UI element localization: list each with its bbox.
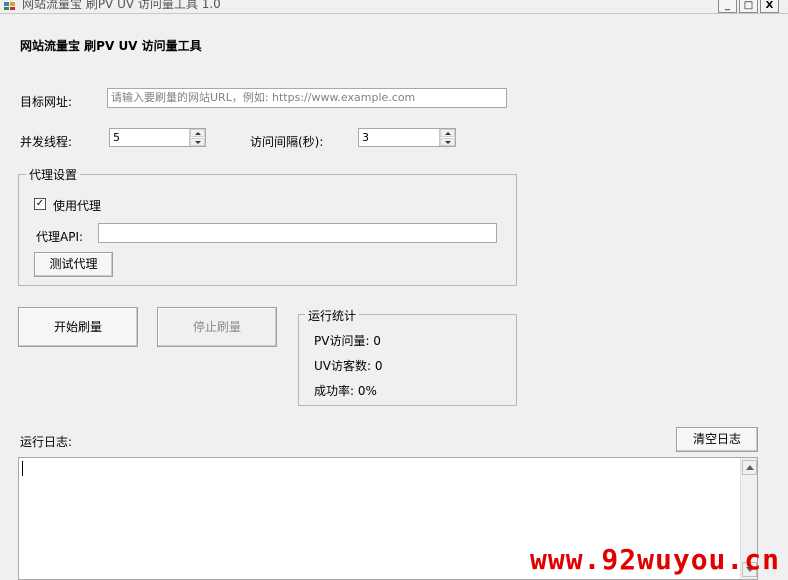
watermark-text: www.92wuyou.cn [529, 543, 780, 576]
success-rate: 成功率: 0% [314, 384, 377, 398]
threads-value: 5 [113, 131, 120, 144]
url-label: 目标网址: [20, 95, 73, 109]
use-proxy-label: 使用代理 [53, 199, 102, 213]
pv-count: PV访问量: 0 [314, 334, 381, 348]
app-icon [3, 0, 17, 10]
start-button[interactable]: 开始刷量 [18, 307, 138, 347]
log-label: 运行日志: [20, 435, 73, 449]
interval-down-arrow-icon[interactable] [440, 138, 455, 146]
title-bar: 网站流量宝 刷PV UV 访问量工具 1.0 _ □ X [0, 0, 788, 14]
maximize-button[interactable]: □ [739, 0, 758, 13]
use-proxy-checkbox[interactable]: ✓ [34, 198, 46, 210]
clear-log-button[interactable]: 清空日志 [676, 427, 758, 452]
window-title: 网站流量宝 刷PV UV 访问量工具 1.0 [22, 0, 221, 11]
page-title: 网站流量宝 刷PV UV 访问量工具 [20, 39, 202, 53]
uv-count: UV访客数: 0 [314, 359, 383, 373]
test-proxy-button[interactable]: 测试代理 [34, 252, 113, 277]
threads-down-arrow-icon[interactable] [190, 138, 205, 146]
scroll-up-arrow-icon[interactable] [742, 460, 757, 475]
interval-label: 访问间隔(秒): [250, 135, 324, 149]
text-caret [22, 461, 23, 476]
threads-label: 并发线程: [20, 135, 73, 149]
url-placeholder: 请输入要刷量的网站URL，例如: https://www.example.com [111, 91, 416, 104]
threads-up-arrow-icon[interactable] [190, 129, 205, 137]
url-input[interactable]: 请输入要刷量的网站URL，例如: https://www.example.com [107, 88, 507, 108]
interval-value: 3 [362, 131, 369, 144]
interval-up-arrow-icon[interactable] [440, 129, 455, 137]
checkmark-icon: ✓ [35, 198, 45, 209]
minimize-button[interactable]: _ [718, 0, 737, 13]
close-button[interactable]: X [760, 0, 779, 13]
proxy-api-input[interactable] [98, 223, 497, 243]
stats-group-title: 运行统计 [305, 307, 360, 324]
threads-stepper[interactable]: 5 [109, 128, 206, 147]
interval-stepper[interactable]: 3 [358, 128, 456, 147]
proxy-group-title: 代理设置 [26, 166, 81, 183]
proxy-api-label: 代理API: [36, 230, 84, 244]
stop-button[interactable]: 停止刷量 [157, 307, 277, 347]
